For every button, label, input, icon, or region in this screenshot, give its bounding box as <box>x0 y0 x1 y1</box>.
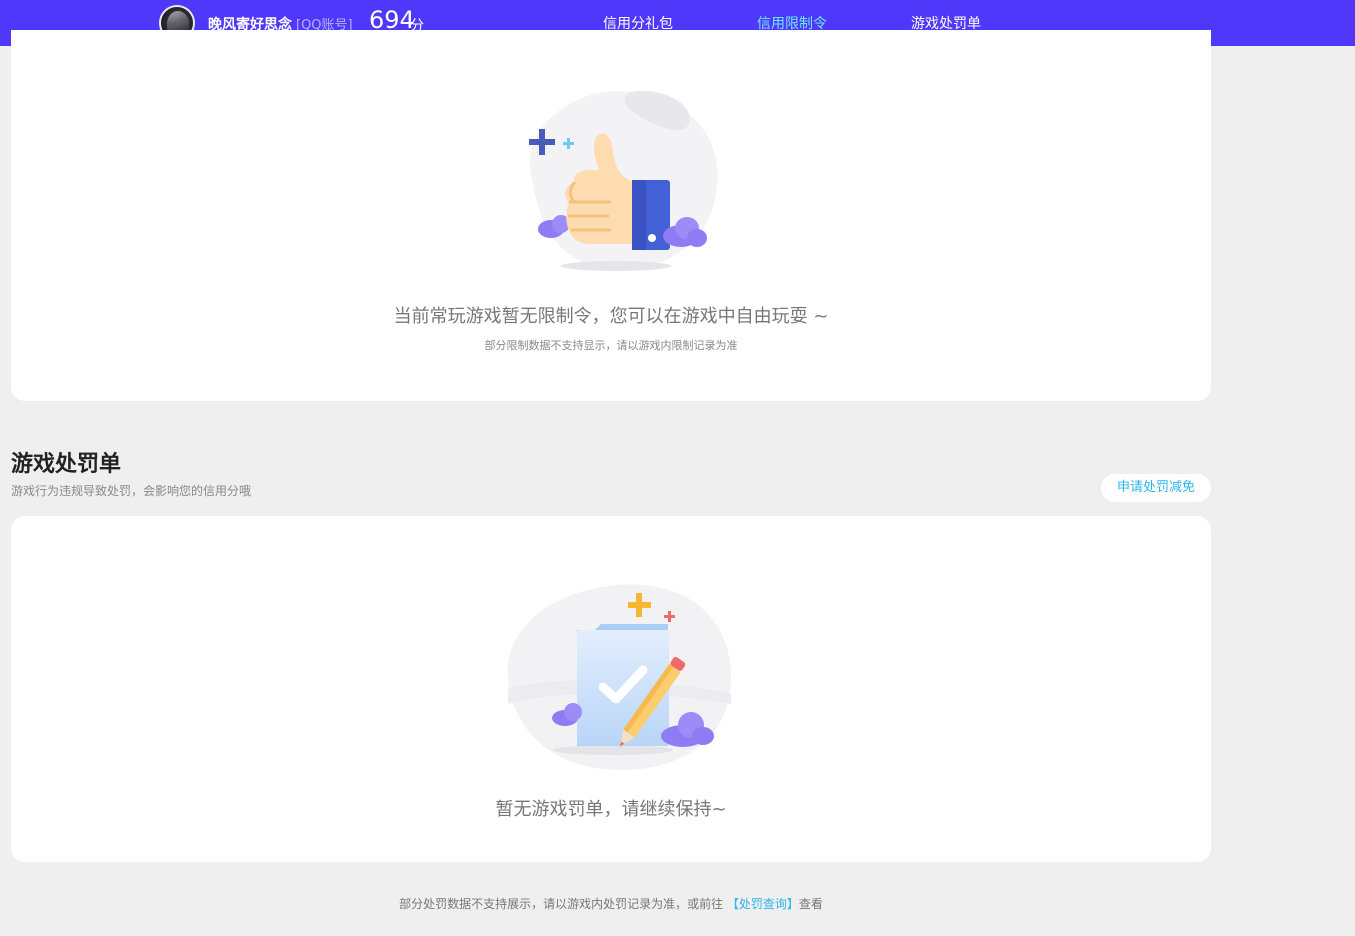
footer-text-before: 部分处罚数据不支持展示，请以游戏内处罚记录为准，或前往 <box>399 897 727 911</box>
penalty-section-title: 游戏处罚单 <box>11 452 122 477</box>
thumbs-up-icon <box>511 84 726 279</box>
penalty-query-link[interactable]: 【处罚查询】 <box>727 897 799 911</box>
restriction-card: 当前常玩游戏暂无限制令，您可以在游戏中自由玩耍 ~ 部分限制数据不支持显示，请以… <box>11 30 1211 401</box>
penalty-empty-title: 暂无游戏罚单，请继续保持~ <box>495 799 727 820</box>
footer-text-after: 查看 <box>798 897 823 911</box>
footer-note: 部分处罚数据不支持展示，请以游戏内处罚记录为准，或前往 【处罚查询】查看 <box>0 895 1222 912</box>
penalty-card: 暂无游戏罚单，请继续保持~ <box>11 516 1211 862</box>
restriction-empty-note: 部分限制数据不支持显示，请以游戏内限制记录为准 <box>484 339 738 352</box>
checklist-pencil-icon <box>503 564 733 774</box>
restriction-empty-title: 当前常玩游戏暂无限制令，您可以在游戏中自由玩耍 ~ <box>393 306 829 327</box>
apply-penalty-reduction-button[interactable]: 申请处罚减免 <box>1101 474 1211 502</box>
penalty-section-description: 游戏行为违规导致处罚，会影响您的信用分哦 <box>11 484 252 498</box>
